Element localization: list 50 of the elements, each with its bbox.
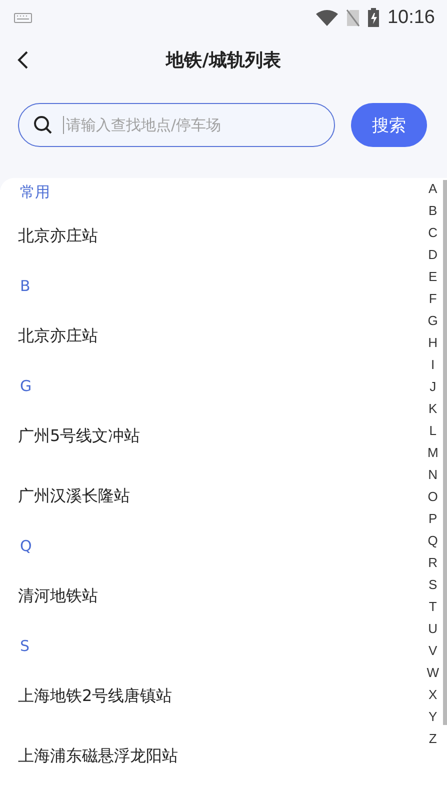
search-input[interactable]: 请输入查找地点/停车场 [63, 116, 320, 134]
wifi-icon [316, 10, 338, 26]
scrollbar[interactable] [443, 180, 447, 725]
index-letter[interactable]: N [428, 464, 438, 486]
index-letter[interactable]: U [428, 618, 438, 640]
index-letter[interactable]: K [428, 398, 438, 420]
index-letter[interactable]: Z [428, 728, 437, 750]
search-button[interactable]: 搜索 [351, 103, 427, 147]
no-sim-icon [346, 8, 360, 26]
index-letter[interactable]: E [428, 266, 438, 288]
section-header: G [20, 377, 32, 395]
station-item[interactable]: 上海地铁2号线唐镇站 [18, 686, 172, 706]
index-letter[interactable]: H [428, 332, 438, 354]
index-letter[interactable]: R [428, 552, 438, 574]
index-letter[interactable]: O [428, 486, 438, 508]
station-item[interactable]: 北京亦庄站 [18, 326, 98, 346]
back-icon[interactable] [16, 50, 30, 70]
index-letter[interactable]: X [428, 684, 438, 706]
status-time: 10:16 [387, 6, 435, 28]
index-letter[interactable]: M [427, 442, 438, 464]
index-letter[interactable]: A [428, 178, 438, 200]
index-letter[interactable]: Q [428, 530, 438, 552]
search-icon [33, 115, 53, 135]
battery-charging-icon [368, 8, 380, 27]
search-bar[interactable]: 请输入查找地点/停车场 [18, 103, 335, 147]
index-letter[interactable]: I [431, 354, 435, 376]
keyboard-icon [14, 12, 32, 22]
index-letter[interactable]: Y [428, 706, 438, 728]
index-letter[interactable]: D [428, 244, 438, 266]
section-header: S [20, 637, 30, 655]
index-letter[interactable]: L [429, 420, 436, 442]
index-letter[interactable]: F [428, 288, 437, 310]
section-header: B [20, 277, 30, 295]
section-header: 常用 [20, 182, 50, 202]
index-letter[interactable]: P [428, 508, 438, 530]
section-header: Q [20, 537, 32, 555]
index-letter[interactable]: T [428, 596, 437, 618]
station-item[interactable]: 上海浦东磁悬浮龙阳站 [18, 746, 178, 766]
page-title: 地铁/城轨列表 [166, 49, 281, 72]
index-letter[interactable]: C [428, 222, 438, 244]
station-item[interactable]: 北京亦庄站 [18, 226, 98, 246]
index-letter[interactable]: J [430, 376, 436, 398]
index-letter[interactable]: V [428, 640, 438, 662]
station-item[interactable]: 广州汉溪长隆站 [18, 486, 130, 506]
index-letter[interactable]: B [428, 200, 438, 222]
index-letter[interactable]: G [428, 310, 438, 332]
index-letter[interactable]: S [428, 574, 438, 596]
station-item[interactable]: 清河地铁站 [18, 586, 98, 606]
index-letter[interactable]: W [426, 662, 439, 684]
station-item[interactable]: 广州5号线文冲站 [18, 426, 140, 446]
